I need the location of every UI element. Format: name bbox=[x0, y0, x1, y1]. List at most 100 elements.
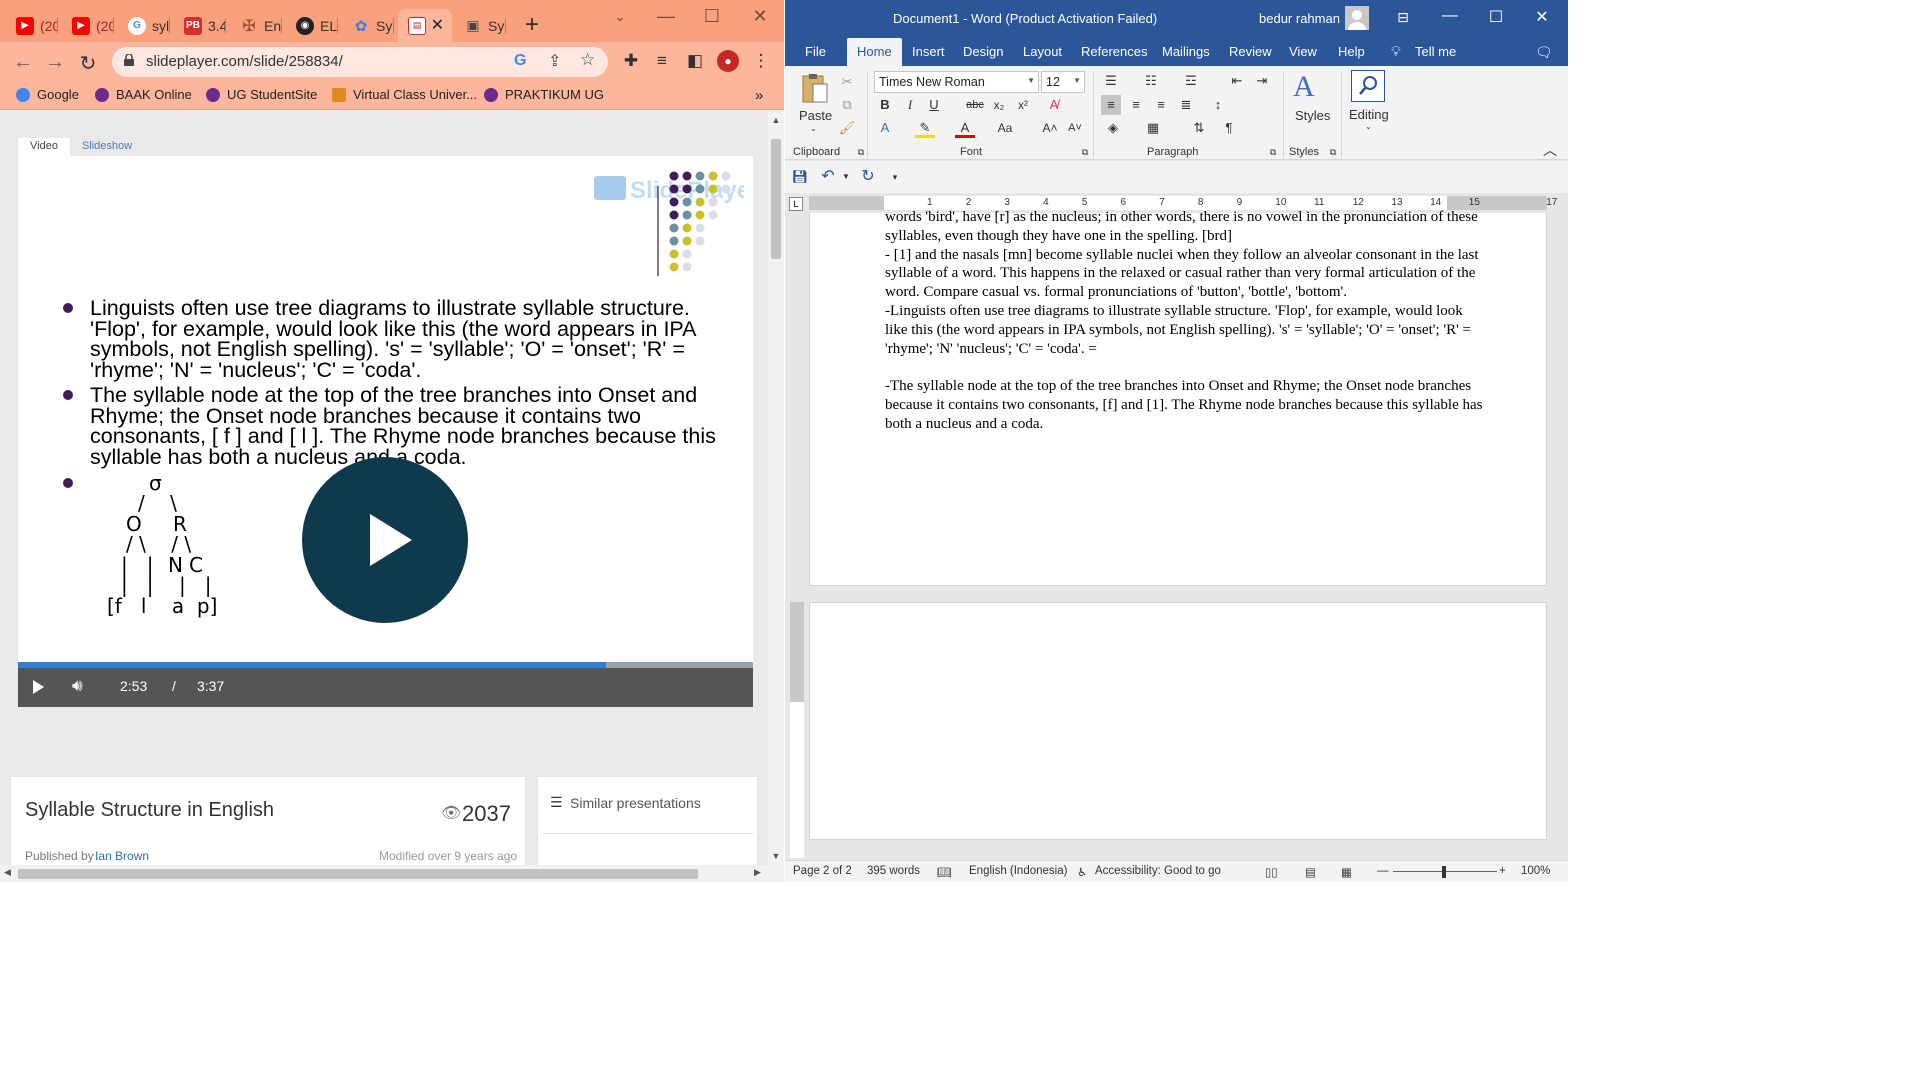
vertical-ruler[interactable] bbox=[790, 602, 804, 858]
extensions-icon[interactable]: ✚ bbox=[620, 50, 642, 72]
multilevel-list-icon[interactable]: ☲ bbox=[1181, 71, 1201, 91]
reload-button[interactable]: ↻ bbox=[77, 51, 99, 76]
read-mode-icon[interactable]: ▯▯ bbox=[1265, 865, 1278, 879]
play-button[interactable] bbox=[33, 680, 44, 694]
paragraph[interactable]: - [1] and the nasals [mn] become syllabl… bbox=[885, 246, 1485, 302]
minimize-button[interactable]: — bbox=[1439, 7, 1461, 25]
minimize-button[interactable]: — bbox=[654, 6, 678, 27]
zoom-level[interactable]: 100% bbox=[1521, 865, 1550, 877]
collapse-ribbon-icon[interactable]: ︿ bbox=[1543, 140, 1557, 160]
paste-button[interactable]: Paste bbox=[799, 108, 832, 123]
ribbon-display-icon[interactable]: ⊟ bbox=[1392, 9, 1414, 26]
scroll-down-arrow[interactable]: ▼ bbox=[768, 851, 784, 861]
bookmark-virtual-class[interactable]: Virtual Class Univer... bbox=[332, 87, 477, 102]
browser-tab-active[interactable]: ▤ ✕ bbox=[398, 9, 452, 42]
align-left-icon[interactable]: ≡ bbox=[1101, 95, 1121, 115]
menu-kebab-icon[interactable]: ⋮ bbox=[750, 50, 772, 72]
text-effects-icon[interactable]: A bbox=[875, 118, 895, 138]
bookmark-google[interactable]: Google bbox=[16, 87, 79, 102]
undo-dropdown-icon[interactable]: ▼ bbox=[836, 167, 856, 187]
undo-icon[interactable]: ↶ bbox=[818, 167, 838, 187]
tab-file[interactable]: File bbox=[805, 44, 826, 59]
paragraph[interactable]: words 'bird', have [r] as the nucleus; i… bbox=[885, 208, 1485, 246]
user-name[interactable]: bedur rahman bbox=[1259, 11, 1340, 26]
paragraph-launcher-icon[interactable]: ⧉ bbox=[1263, 142, 1283, 162]
zoom-slider-thumb[interactable] bbox=[1442, 866, 1446, 878]
zoom-in-icon[interactable]: + bbox=[1499, 865, 1506, 877]
scroll-left-arrow[interactable]: ◀ bbox=[4, 867, 11, 878]
page-count[interactable]: Page 2 of 2 bbox=[793, 865, 852, 877]
media-control-icon[interactable]: ≡ bbox=[651, 50, 673, 72]
side-panel-icon[interactable]: ◧ bbox=[684, 50, 706, 72]
proofing-icon[interactable]: 📖︎ bbox=[937, 865, 952, 879]
print-layout-icon[interactable]: ▤ bbox=[1305, 865, 1316, 879]
language[interactable]: English (Indonesia) bbox=[969, 865, 1067, 877]
paragraph[interactable]: -Linguists often use tree diagrams to il… bbox=[885, 302, 1485, 358]
bullets-icon[interactable]: ☰ bbox=[1101, 71, 1121, 91]
bookmark-studentsite[interactable]: UG StudentSite bbox=[206, 87, 317, 102]
tab-mailings[interactable]: Mailings bbox=[1162, 44, 1210, 59]
sort-icon[interactable]: ⇅ bbox=[1189, 118, 1209, 138]
line-spacing-icon[interactable]: ↕ bbox=[1208, 95, 1228, 115]
shrink-font-icon[interactable]: A˅ bbox=[1065, 118, 1085, 138]
browser-tab[interactable]: ▣ Syl bbox=[454, 9, 506, 42]
paragraph[interactable]: -The syllable node at the top of the tre… bbox=[885, 377, 1485, 433]
copy-icon[interactable]: ⧉ bbox=[837, 95, 857, 115]
browser-tab[interactable]: PB 3.4 bbox=[174, 9, 226, 42]
tab-slideshow[interactable]: Slideshow bbox=[70, 138, 144, 156]
font-color-icon[interactable]: A bbox=[955, 118, 975, 138]
tab-selector-icon[interactable]: L bbox=[789, 197, 803, 211]
scroll-thumb[interactable] bbox=[771, 139, 781, 259]
google-lens-icon[interactable]: G bbox=[514, 52, 526, 70]
scroll-thumb[interactable] bbox=[18, 869, 698, 879]
font-size-combo[interactable]: 12 ▼ bbox=[1041, 71, 1085, 93]
accessibility-status[interactable]: Accessibility: Good to go bbox=[1095, 865, 1221, 877]
maximize-button[interactable]: ☐ bbox=[1485, 7, 1507, 27]
close-window-button[interactable]: ✕ bbox=[1531, 7, 1553, 27]
tab-video[interactable]: Video bbox=[18, 138, 70, 156]
bookmark-star-icon[interactable]: ☆ bbox=[580, 50, 595, 70]
share-icon[interactable]: ⇪ bbox=[548, 51, 561, 71]
document-scrollbar[interactable] bbox=[1552, 213, 1568, 860]
back-button[interactable]: ← bbox=[12, 51, 34, 74]
tab-search-icon[interactable]: ⌄ bbox=[608, 8, 632, 25]
user-avatar[interactable] bbox=[1345, 6, 1369, 30]
page-vertical-scrollbar[interactable]: ▲ ▼ bbox=[768, 111, 784, 865]
align-right-icon[interactable]: ≡ bbox=[1151, 95, 1171, 115]
bold-icon[interactable]: B bbox=[875, 95, 895, 115]
browser-tab[interactable]: ✠ En bbox=[230, 9, 282, 42]
decrease-indent-icon[interactable]: ⇤ bbox=[1227, 71, 1247, 91]
scroll-up-arrow[interactable]: ▲ bbox=[768, 115, 784, 125]
cut-icon[interactable]: ✂ bbox=[837, 72, 857, 92]
justify-icon[interactable]: ≣ bbox=[1176, 95, 1196, 115]
comments-icon[interactable]: 🗨︎ bbox=[1535, 44, 1553, 61]
tab-help[interactable]: Help bbox=[1338, 44, 1365, 59]
format-painter-icon[interactable]: 🖌︎ bbox=[837, 118, 857, 138]
styles-launcher-icon[interactable]: ⧉ bbox=[1323, 142, 1343, 162]
word-count[interactable]: 395 words bbox=[867, 865, 920, 877]
page-horizontal-scrollbar[interactable]: ◀ ▶ bbox=[0, 865, 768, 882]
clear-formatting-icon[interactable]: A̸ bbox=[1044, 95, 1064, 115]
tab-insert[interactable]: Insert bbox=[912, 44, 945, 59]
profile-avatar[interactable]: ● bbox=[717, 50, 739, 72]
browser-tab[interactable]: ◉ EL bbox=[286, 9, 338, 42]
tab-view[interactable]: View bbox=[1289, 44, 1317, 59]
increase-indent-icon[interactable]: ⇥ bbox=[1252, 71, 1272, 91]
borders-icon[interactable]: ▦ bbox=[1143, 118, 1163, 138]
show-formatting-icon[interactable]: ¶ bbox=[1219, 118, 1239, 138]
browser-tab[interactable]: ▶ (20 bbox=[62, 9, 114, 42]
play-overlay-button[interactable] bbox=[302, 457, 468, 623]
redo-icon[interactable]: ↻ bbox=[858, 167, 878, 187]
scroll-right-arrow[interactable]: ▶ bbox=[754, 867, 761, 878]
change-case-icon[interactable]: Aa bbox=[995, 118, 1015, 138]
bookmark-praktikum[interactable]: PRAKTIKUM UG bbox=[484, 87, 604, 102]
maximize-button[interactable]: ☐ bbox=[700, 6, 724, 27]
document-body[interactable]: words 'bird', have [r] as the nucleus; i… bbox=[885, 209, 1485, 434]
tab-review[interactable]: Review bbox=[1229, 44, 1272, 59]
close-window-button[interactable]: ✕ bbox=[748, 6, 772, 27]
underline-icon[interactable]: U bbox=[924, 95, 944, 115]
superscript-icon[interactable]: x² bbox=[1013, 95, 1033, 115]
font-launcher-icon[interactable]: ⧉ bbox=[1075, 142, 1095, 162]
forward-button[interactable]: → bbox=[44, 51, 66, 74]
author-link[interactable]: Ian Brown bbox=[95, 849, 149, 863]
